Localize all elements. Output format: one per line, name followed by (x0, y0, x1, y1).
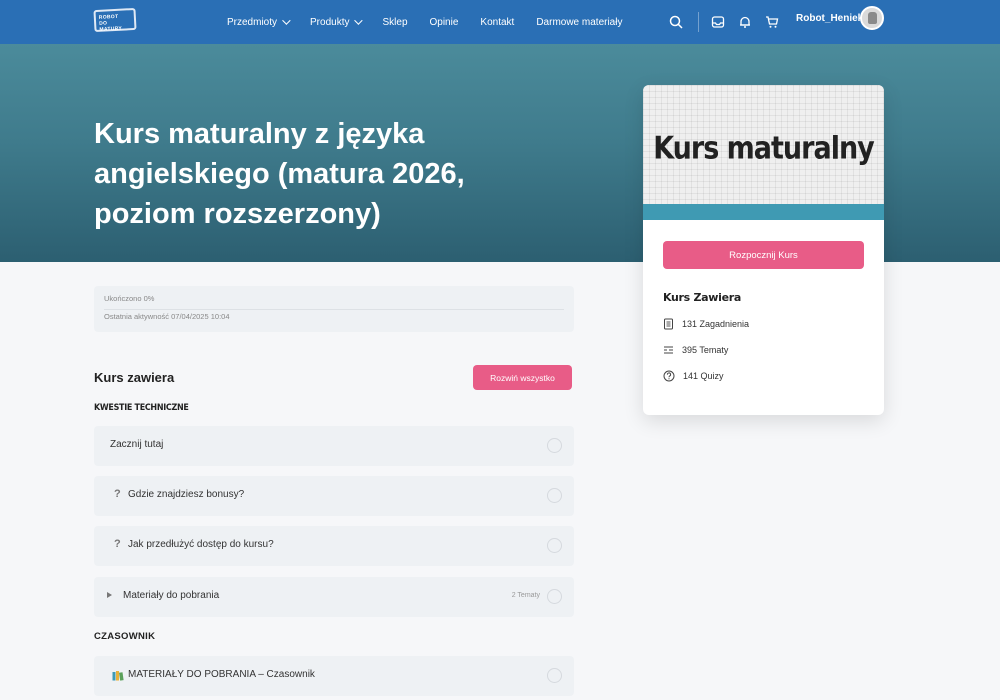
inbox-icon[interactable] (709, 13, 727, 31)
expand-all-button[interactable]: Rozwiń wszystko (473, 365, 572, 390)
lesson-item[interactable]: Zacznij tutaj (94, 426, 574, 466)
nav-item-przedmioty[interactable]: Przedmioty (227, 16, 291, 28)
section-title: KWESTIE TECHNICZNE (94, 402, 189, 413)
course-content-heading: Kurs zawiera (94, 370, 175, 385)
question-circle-icon (663, 370, 675, 382)
site-logo[interactable]: ROBOT DO MATURY (93, 7, 137, 33)
stat-label: 131 Zagadnienia (682, 319, 750, 329)
search-icon[interactable] (667, 13, 685, 31)
lesson-title: MATERIAŁY DO POBRANIA – Czasownik (128, 669, 315, 680)
question-icon: ? (114, 488, 121, 500)
nav-item-label: Kontakt (480, 16, 515, 28)
avatar[interactable] (860, 6, 884, 30)
document-icon (664, 318, 673, 330)
course-progress: Ukończono 0% Ostatnia aktywność 07/04/20… (94, 286, 574, 332)
nav-item-sklep[interactable]: Sklep (382, 17, 407, 28)
section-title: CZASOWNIK (94, 631, 156, 642)
stat-quizzes: 141 Quizy (663, 370, 724, 382)
lesson-item-expandable[interactable]: Materiały do pobrania 2 Tematy (94, 577, 574, 617)
lesson-item[interactable]: MATERIAŁY DO POBRANIA – Czasownik (94, 656, 574, 696)
lesson-title: Materiały do pobrania (123, 590, 220, 601)
stat-label: 395 Tematy (682, 345, 729, 355)
course-image-stripe (643, 204, 884, 220)
last-activity: Ostatnia aktywność 07/04/2025 10:04 (104, 312, 230, 321)
nav-item-darmowe-materialy[interactable]: Darmowe materiały (536, 17, 622, 28)
nav-item-opinie[interactable]: Opinie (430, 17, 459, 28)
stat-topics: 395 Tematy (663, 344, 728, 356)
question-icon: ? (114, 538, 121, 550)
lesson-status-circle (547, 589, 562, 604)
course-card: Kurs maturalny Rozpocznij Kurs Kurs Zawi… (643, 85, 884, 415)
stat-label: 141 Quizy (683, 371, 724, 381)
lesson-title: Gdzie znajdziesz bonusy? (128, 489, 245, 500)
lesson-item[interactable]: ? Gdzie znajdziesz bonusy? (94, 476, 574, 516)
lesson-item[interactable]: ? Jak przedłużyć dostęp do kursu? (94, 526, 574, 566)
bell-icon[interactable] (736, 13, 754, 31)
chevron-down-icon (282, 16, 291, 25)
nav-icons (667, 10, 790, 34)
expand-arrow-icon[interactable] (107, 592, 112, 598)
top-navbar: ROBOT DO MATURY Przedmioty Produkty Sklep… (0, 0, 1000, 44)
main-nav: Przedmioty Produkty Sklep Opinie Kontakt… (227, 0, 622, 44)
lesson-status-circle (547, 668, 562, 683)
list-icon (664, 346, 673, 354)
lesson-title: Zacznij tutaj (110, 439, 164, 450)
lesson-status-circle (547, 438, 562, 453)
lesson-title: Jak przedłużyć dostęp do kursu? (128, 539, 274, 550)
books-icon (112, 671, 124, 681)
stat-lessons: 131 Zagadnienia (663, 318, 749, 330)
topic-count: 2 Tematy (511, 592, 540, 599)
start-course-button[interactable]: Rozpocznij Kurs (663, 241, 864, 269)
nav-item-kontakt[interactable]: Kontakt (480, 17, 514, 28)
lesson-status-circle (547, 488, 562, 503)
course-image-title: Kurs maturalny (653, 130, 875, 167)
cart-icon[interactable] (763, 13, 781, 31)
nav-item-label: Opinie (429, 16, 459, 28)
nav-item-label: Przedmioty (227, 16, 278, 28)
course-includes-title: Kurs Zawiera (663, 291, 742, 304)
chevron-down-icon (354, 16, 364, 25)
progress-label: Ukończono 0% (104, 294, 155, 303)
lesson-status-circle (547, 538, 562, 553)
page-title: Kurs maturalny z języka angielskiego (ma… (94, 118, 465, 230)
username[interactable]: Robot_Heniek (796, 13, 863, 24)
nav-item-label: Darmowe materiały (536, 16, 623, 28)
progress-bar (104, 309, 564, 310)
nav-item-label: Produkty (310, 16, 350, 28)
nav-item-label: Sklep (382, 16, 408, 28)
nav-divider (698, 12, 699, 32)
nav-item-produkty[interactable]: Produkty (310, 16, 364, 28)
